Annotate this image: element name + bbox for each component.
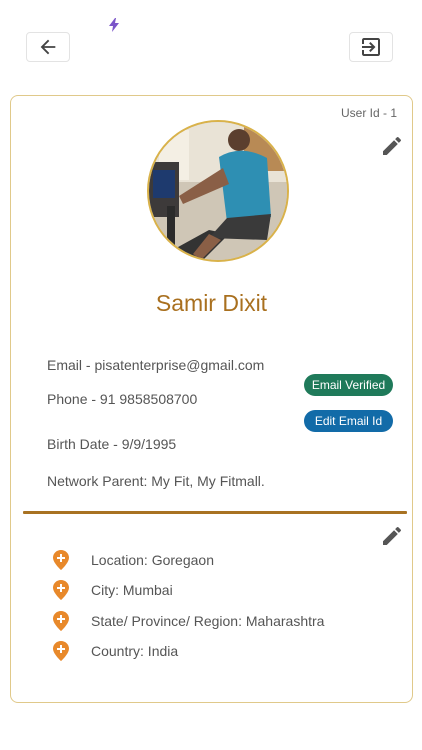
edit-location-pencil-icon[interactable]: [380, 524, 404, 548]
state-item: State/ Province/ Region: Maharashtra: [53, 611, 324, 631]
profile-card: User Id - 1 Samir Dixit Email - pisatent…: [10, 95, 413, 703]
birth-date-text: Birth Date - 9/9/1995: [47, 436, 177, 452]
phone-text: Phone - 91 9858508700: [47, 391, 198, 407]
location-pin-icon: [53, 580, 69, 600]
location-label: Location: Goregaon: [91, 552, 214, 568]
email-verified-badge: Email Verified: [304, 374, 393, 396]
bolt-icon: [109, 18, 119, 32]
logout-button[interactable]: [349, 32, 393, 62]
logout-icon: [362, 38, 380, 56]
edit-email-button[interactable]: Edit Email Id: [304, 410, 393, 432]
location-pin-icon: [53, 550, 69, 570]
profile-name: Samir Dixit: [155, 290, 268, 316]
arrow-left-icon: [40, 39, 56, 55]
location-item: Location: Goregaon: [53, 550, 214, 570]
network-parent-text: Network Parent: My Fit, My Fitmall.: [47, 473, 265, 489]
section-divider: [23, 511, 407, 514]
city-label: City: Mumbai: [91, 582, 173, 598]
location-pin-icon: [53, 641, 69, 661]
state-label: State/ Province/ Region: Maharashtra: [91, 613, 325, 629]
city-item: City: Mumbai: [53, 580, 173, 600]
country-label: Country: India: [91, 643, 179, 659]
country-item: Country: India: [53, 641, 178, 661]
edit-profile-pencil-icon[interactable]: [380, 134, 404, 158]
avatar: [147, 120, 289, 262]
back-button[interactable]: [26, 32, 70, 62]
avatar-photo: [149, 122, 287, 260]
user-id-label: User Id - 1: [340, 106, 397, 120]
location-pin-icon: [53, 611, 69, 631]
email-text: Email - pisatenterprise@gmail.com: [47, 357, 265, 373]
